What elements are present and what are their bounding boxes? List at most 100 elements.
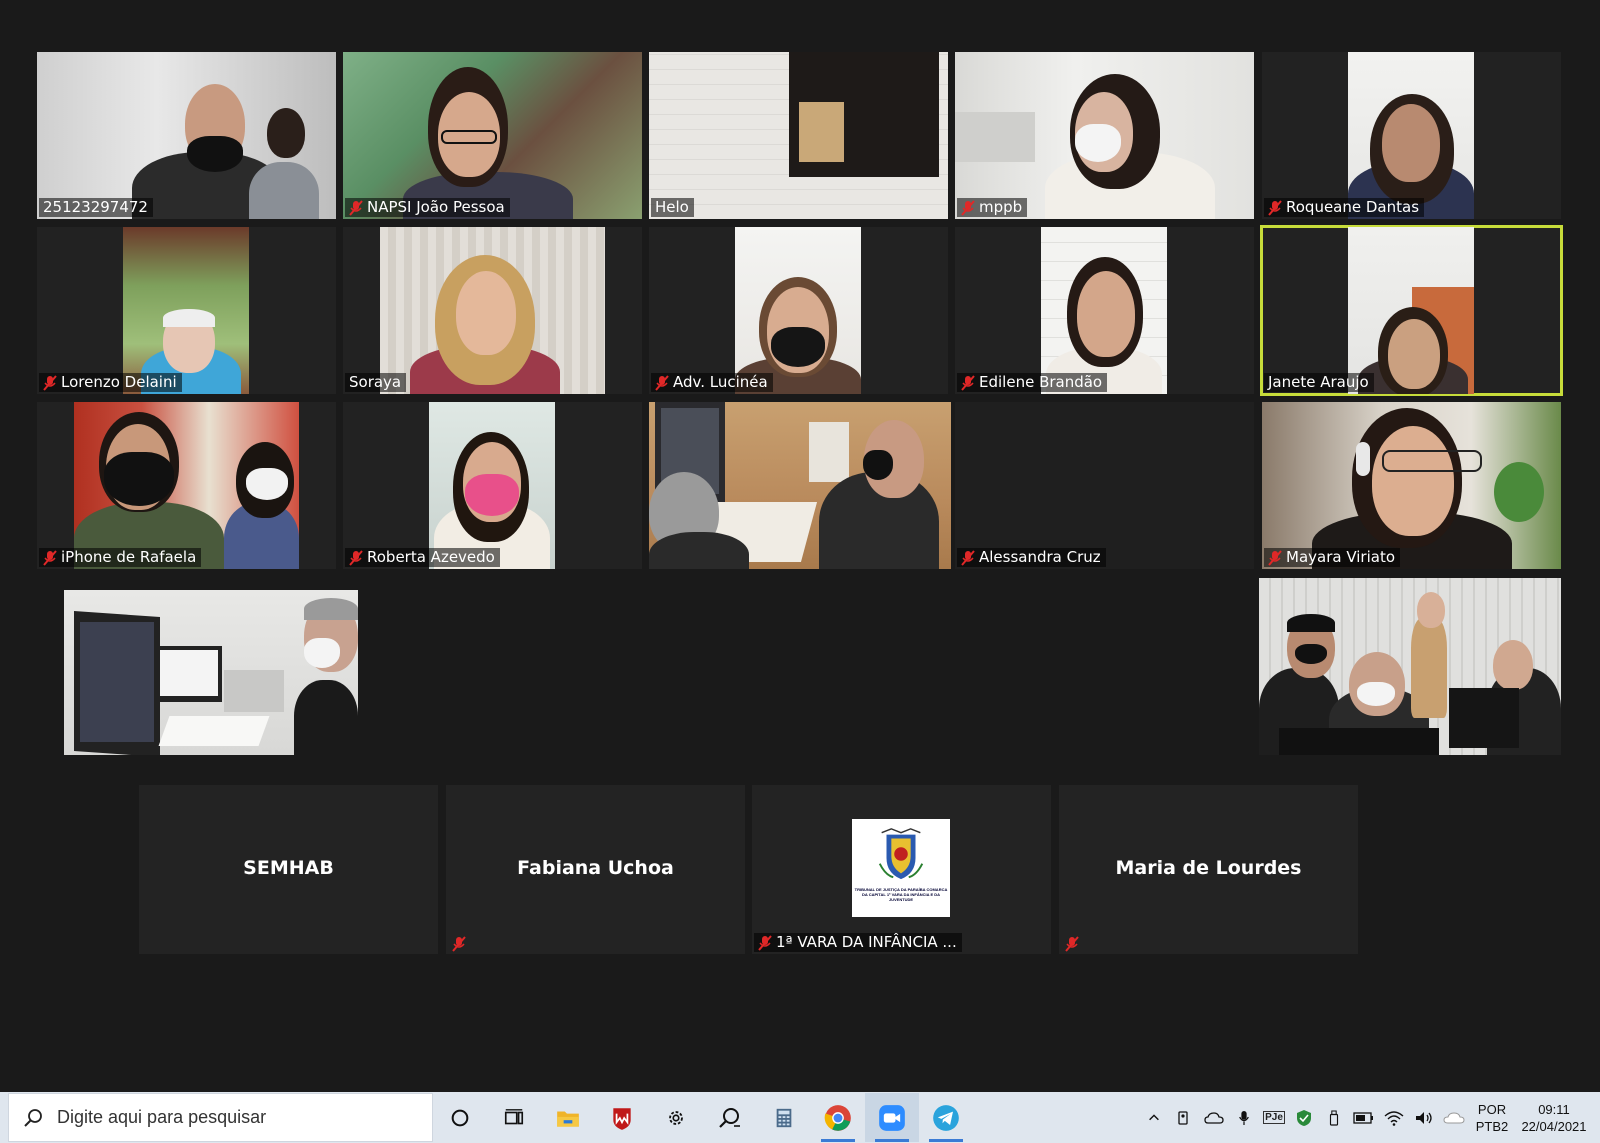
pje-label: PJe — [1263, 1111, 1285, 1124]
participant-name-tag — [448, 936, 471, 952]
microphone-muted-icon — [1065, 936, 1079, 952]
participant-name: NAPSI João Pessoa — [367, 198, 505, 216]
coat-of-arms-icon — [878, 828, 924, 880]
avatar-tile[interactable]: SEMHAB — [139, 785, 438, 954]
microphone-muted-icon — [452, 936, 466, 952]
avatar-tile[interactable]: Maria de Lourdes — [1059, 785, 1358, 954]
onedrive-icon[interactable] — [1200, 1103, 1228, 1133]
search-placeholder: Digite aqui para pesquisar — [57, 1107, 267, 1127]
participant-name-tag: Roqueane Dantas — [1264, 198, 1425, 217]
video-tile[interactable] — [64, 590, 358, 755]
participant-name: Soraya — [349, 373, 402, 391]
input-language-indicator[interactable]: POR PTB2 — [1470, 1101, 1514, 1135]
video-tile[interactable]: Adv. Lucinéa — [649, 227, 948, 394]
court-logo: TRIBUNAL DE JUSTIÇA DA PARAÍBA COMARCA D… — [852, 819, 950, 917]
video-feed — [1259, 578, 1561, 755]
participant-name-tag: Helo — [651, 198, 694, 217]
system-tray: PJe POR PTB2 09:11 22/04/2021 — [1140, 1092, 1600, 1143]
windows-taskbar: Digite aqui para pesquisar PJe POR PTB2 … — [0, 1092, 1600, 1143]
usb-drive-icon[interactable] — [1320, 1103, 1348, 1133]
language-code: POR — [1477, 1101, 1507, 1117]
participant-name: Maria de Lourdes — [1115, 857, 1302, 879]
active-speaker-tile[interactable]: Janete Araujo — [1260, 225, 1563, 396]
taskbar-search[interactable]: Digite aqui para pesquisar — [8, 1093, 433, 1142]
pje-icon[interactable]: PJe — [1260, 1103, 1288, 1133]
participant-name-tag: 25123297472 — [39, 198, 153, 217]
clock-time: 09:11 — [1538, 1101, 1570, 1117]
participant-name: Edilene Brandão — [979, 373, 1103, 391]
participant-name: Lorenzo Delaini — [61, 373, 177, 391]
video-feed — [123, 227, 249, 394]
video-feed — [343, 52, 642, 219]
microphone-muted-icon — [1268, 549, 1282, 566]
avatar-tile[interactable]: Fabiana Uchoa — [446, 785, 745, 954]
participant-name-tag — [1061, 936, 1084, 952]
security-shield-icon[interactable] — [1290, 1103, 1318, 1133]
video-tile[interactable] — [1259, 578, 1561, 755]
clock-date: 22/04/2021 — [1521, 1118, 1587, 1134]
video-tile[interactable]: Roqueane Dantas — [1262, 52, 1561, 219]
video-tile[interactable]: Soraya — [343, 227, 642, 394]
taskbar-clock[interactable]: 09:11 22/04/2021 — [1516, 1101, 1592, 1135]
participant-name: SEMHAB — [243, 857, 334, 879]
video-tile[interactable]: Mayara Viriato — [1262, 402, 1561, 569]
mcafee-icon[interactable] — [595, 1093, 649, 1142]
speaker-volume-icon[interactable] — [1410, 1103, 1438, 1133]
video-tile[interactable]: Roberta Azevedo — [343, 402, 642, 569]
chevron-up-icon[interactable] — [1140, 1103, 1168, 1133]
microphone-muted-icon — [758, 934, 772, 951]
video-tile[interactable]: mppb — [955, 52, 1254, 219]
video-tile-camera-off[interactable]: Alessandra Cruz — [955, 402, 1254, 569]
participant-name-tag: Mayara Viriato — [1264, 548, 1401, 567]
participant-name: Alessandra Cruz — [979, 548, 1101, 566]
telegram-icon[interactable] — [919, 1093, 973, 1142]
file-explorer-icon[interactable] — [541, 1093, 595, 1142]
participant-name: iPhone de Rafaela — [61, 548, 197, 566]
search-icon — [24, 1108, 42, 1127]
participant-name-tag: Edilene Brandão — [957, 373, 1108, 392]
video-feed — [74, 402, 299, 569]
video-feed — [1348, 227, 1474, 394]
microphone-muted-icon — [1268, 199, 1282, 216]
participant-name-tag: Roberta Azevedo — [345, 548, 500, 567]
participant-name-tag: iPhone de Rafaela — [39, 548, 202, 567]
participant-name-tag: Adv. Lucinéa — [651, 373, 773, 392]
video-tile[interactable]: Helo — [649, 52, 948, 219]
settings-icon[interactable] — [649, 1093, 703, 1142]
video-tile[interactable]: NAPSI João Pessoa — [343, 52, 642, 219]
calculator-icon[interactable] — [757, 1093, 811, 1142]
video-feed — [955, 52, 1254, 219]
video-feed — [1348, 52, 1474, 219]
cortana-circle-icon[interactable] — [433, 1093, 487, 1142]
video-tile[interactable]: Edilene Brandão — [955, 227, 1254, 394]
video-tile[interactable]: Lorenzo Delaini — [37, 227, 336, 394]
video-tile[interactable]: iPhone de Rafaela — [37, 402, 336, 569]
microphone-muted-icon — [961, 199, 975, 216]
video-tile[interactable]: 25123297472 — [37, 52, 336, 219]
keyboard-layout: PTB2 — [1475, 1118, 1509, 1134]
participant-name: Janete Araujo — [1268, 373, 1369, 391]
chrome-icon[interactable] — [811, 1093, 865, 1142]
wifi-icon[interactable] — [1380, 1103, 1408, 1133]
task-view-icon[interactable] — [487, 1093, 541, 1142]
participant-name-tag: Janete Araujo — [1264, 373, 1374, 392]
video-feed — [649, 402, 951, 569]
microphone-icon[interactable] — [1230, 1103, 1258, 1133]
participant-name: Helo — [655, 198, 689, 216]
participant-name: Mayara Viriato — [1286, 548, 1396, 566]
participant-name-tag: NAPSI João Pessoa — [345, 198, 510, 217]
video-tile[interactable] — [649, 402, 951, 569]
video-feed — [64, 590, 358, 755]
battery-icon[interactable] — [1350, 1103, 1378, 1133]
weather-cloud-icon[interactable] — [1440, 1103, 1468, 1133]
participant-name: Roberta Azevedo — [367, 548, 495, 566]
avatar-tile[interactable]: TRIBUNAL DE JUSTIÇA DA PARAÍBA COMARCA D… — [752, 785, 1051, 954]
video-feed — [735, 227, 861, 394]
video-feed — [1262, 402, 1561, 569]
microphone-muted-icon — [349, 199, 363, 216]
video-feed — [380, 227, 605, 394]
zoom-icon[interactable] — [865, 1093, 919, 1142]
search-feedback-icon[interactable] — [703, 1093, 757, 1142]
meet-now-icon[interactable] — [1170, 1103, 1198, 1133]
microphone-muted-icon — [43, 549, 57, 566]
